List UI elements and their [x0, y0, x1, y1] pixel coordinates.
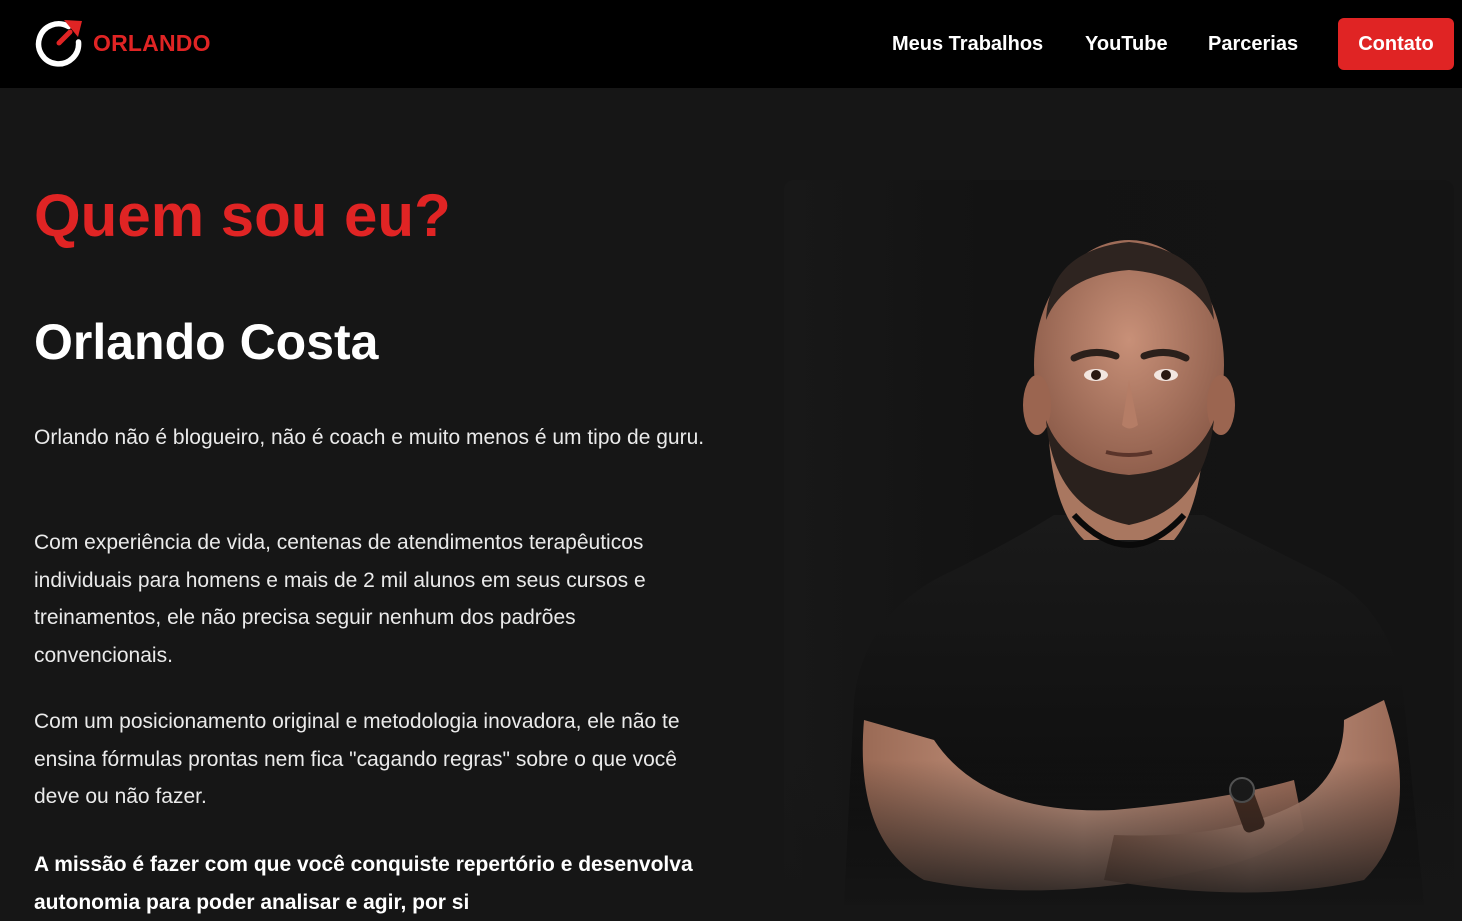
- person-name: Orlando Costa: [34, 314, 379, 370]
- nav-link-youtube[interactable]: YouTube: [1085, 31, 1168, 57]
- bio-paragraph-4: A missão é fazer com que você conquiste …: [34, 853, 693, 914]
- portrait-photo: [784, 180, 1454, 905]
- portrait-photo-icon: [784, 180, 1454, 905]
- top-navbar: ORLANDO Meus Trabalhos YouTube Parcerias…: [0, 0, 1462, 88]
- about-section: Quem sou eu? Orlando Costa Orlando não é…: [0, 88, 1462, 914]
- bio-paragraph-1: Orlando não é blogueiro, não é coach e m…: [34, 426, 705, 449]
- power-refresh-logo-icon: [34, 18, 84, 68]
- section-title: Quem sou eu?: [34, 182, 451, 249]
- brand-logo[interactable]: ORLANDO: [34, 18, 211, 68]
- brand-name: ORLANDO: [93, 29, 211, 56]
- nav-link-meus-trabalhos[interactable]: Meus Trabalhos: [892, 31, 1043, 57]
- bio-paragraph-3: Com um posicionamento original e metodol…: [34, 710, 680, 808]
- contato-button[interactable]: Contato: [1338, 18, 1454, 70]
- nav-link-parcerias[interactable]: Parcerias: [1208, 31, 1298, 57]
- bio-paragraph-2: Com experiência de vida, centenas de ate…: [34, 531, 646, 667]
